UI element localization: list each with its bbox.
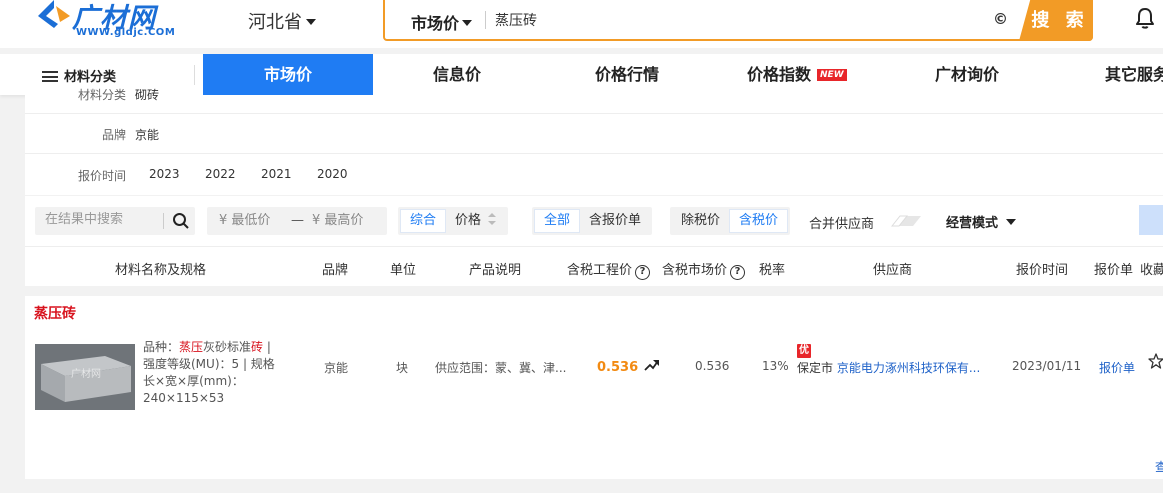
filter-year-2021[interactable]: 2021 [261,167,292,181]
business-mode-dropdown[interactable]: 经营模式 [946,212,1017,231]
product-brand: 京能 [324,361,349,375]
filter-value-brand[interactable]: 京能 [135,126,159,143]
merge-supplier-toggle[interactable] [883,212,925,230]
col-market-price: 含税市场价? [662,259,746,280]
region-selector[interactable]: 河北省 [248,8,316,34]
trend-icon[interactable] [644,358,660,372]
help-icon[interactable]: ? [730,265,746,280]
bell-icon[interactable] [1134,6,1156,30]
help-icon[interactable]: ? [635,265,651,280]
image-watermark: 广材网 [71,369,101,380]
filter-label-category: 材料分类 [77,88,126,102]
filter-value-category[interactable]: 砌砖 [135,86,159,103]
scope-option-with-quote[interactable]: 含报价单 [580,209,650,233]
caret-down-icon [1006,219,1017,225]
quote-date: 2023/01/11 [1012,359,1082,373]
col-favorite: 收藏 [1140,263,1163,278]
filter-year-2023[interactable]: 2023 [149,167,180,181]
col-description: 产品说明 [469,263,522,278]
result-toolbar: ¥ 最低价 — ¥ 最高价 综合 价格 全部 含报价单 除税价 含税价 合并供应… [25,196,1163,246]
market-price: 0.536 [695,359,730,373]
filter-year-2022[interactable]: 2022 [205,167,236,181]
product-unit: 块 [396,361,409,375]
filter-year-2020[interactable]: 2020 [317,167,348,181]
tax-segment: 除税价 含税价 [670,207,791,235]
col-market-price-label: 含税市场价 [662,263,728,278]
filter-label-brand: 品牌 [101,128,126,142]
product-description: 品种：蒸压灰砂标准砖 | 强度等级(MU)：5 | 规格长×宽×厚(mm)：24… [143,339,283,407]
scope-segment: 全部 含报价单 [532,207,653,235]
col-eng-price: 含税工程价? [567,259,651,280]
price-range: ¥ 最低价 — ¥ 最高价 [207,207,387,235]
desc-highlight: 蒸压 [179,340,204,354]
search-type-selector[interactable]: 市场价 [411,10,473,34]
search-type-label: 市场价 [411,14,460,33]
sort-segment: 综合 价格 [398,207,509,235]
table-header: 材料名称及规格 品牌 单位 产品说明 含税工程价? 含税市场价? 税率 供应商 … [25,246,1163,286]
logo-url: WWW.gldjc.COM [76,27,176,38]
site-header: 广材网 WWW.gldjc.COM 河北省 市场价 © 搜 索 [0,0,1163,48]
result-search [35,207,195,235]
col-date: 报价时间 [1016,263,1069,278]
tax-rate: 13% [762,359,789,373]
filter-panel: 材料分类 砌砖 品牌 京能 报价时间 2023 2022 2021 2020 [25,88,1163,195]
sort-arrows-icon [488,213,497,225]
eng-price: 0.536 [597,360,639,375]
sort-option-price[interactable]: 价格 [446,209,506,233]
scope-option-all[interactable]: 全部 [534,209,581,233]
supplier-link[interactable]: 京能电力涿州科技环保有... [837,361,980,375]
desc-variety-mid: 灰砂标准 [203,340,252,354]
min-price-input[interactable]: ¥ 最低价 [219,207,270,235]
filter-row-category: 材料分类 砌砖 [25,74,1163,114]
product-title[interactable]: 蒸压砖 [34,303,76,323]
result-search-input[interactable] [45,212,160,227]
clear-icon[interactable]: © [993,10,1008,28]
product-image[interactable]: 广材网 [35,344,135,410]
caret-down-icon [306,19,316,25]
supplier-cell: 保定市 京能电力涿州科技环保有... [797,359,980,376]
result-search-divider [163,213,164,229]
col-tax-rate: 税率 [759,263,786,278]
col-quote: 报价单 [1094,263,1134,278]
product-supply-range: 供应范围：蒙、冀、津... [435,361,567,375]
tax-option-excl[interactable]: 除税价 [672,209,729,233]
product-card: 蒸压砖 广材网 品种：蒸压灰砂标准砖 | 强度等级(MU)：5 | 规格长×宽×… [25,296,1163,479]
region-label: 河北省 [248,12,302,33]
sort-option-price-label: 价格 [455,213,482,228]
search-button[interactable]: 搜 索 [1019,0,1093,41]
tax-option-incl[interactable]: 含税价 [729,209,789,233]
star-icon[interactable] [1148,353,1163,369]
filter-row-time: 报价时间 2023 2022 2021 2020 [25,155,1163,195]
page: 广材网 WWW.gldjc.COM 河北省 市场价 © 搜 索 材料分类 市场价… [0,0,1163,493]
col-unit: 单位 [390,263,417,278]
col-brand: 品牌 [322,263,349,278]
col-supplier: 供应商 [873,263,913,278]
sort-option-composite[interactable]: 综合 [400,209,447,233]
supplier-city: 保定市 [797,361,834,375]
col-name: 材料名称及规格 [115,263,207,278]
logo-mark-icon [38,0,70,28]
site-logo[interactable]: 广材网 WWW.gldjc.COM [34,0,184,42]
desc-highlight: 砖 [251,340,264,354]
desc-variety-label: 品种： [143,340,180,354]
price-range-dash: — [291,213,304,228]
caret-down-icon [462,20,473,26]
search-bar: 市场价 © [383,0,1093,41]
max-price-input[interactable]: ¥ 最高价 [312,207,363,235]
quote-link[interactable]: 报价单 [1099,359,1135,376]
merge-supplier-label: 合并供应商 [809,217,875,232]
premium-badge: 优 [797,344,811,358]
col-eng-price-label: 含税工程价 [567,263,633,278]
filter-label-time: 报价时间 [77,169,126,183]
filter-row-brand: 品牌 京能 [25,114,1163,154]
search-input[interactable] [495,8,975,32]
view-more-link[interactable]: 查 [1155,458,1163,475]
business-mode-label: 经营模式 [946,216,999,231]
search-icon[interactable] [172,212,190,230]
search-divider [485,11,486,29]
toolbar-action-button[interactable] [1139,205,1163,235]
